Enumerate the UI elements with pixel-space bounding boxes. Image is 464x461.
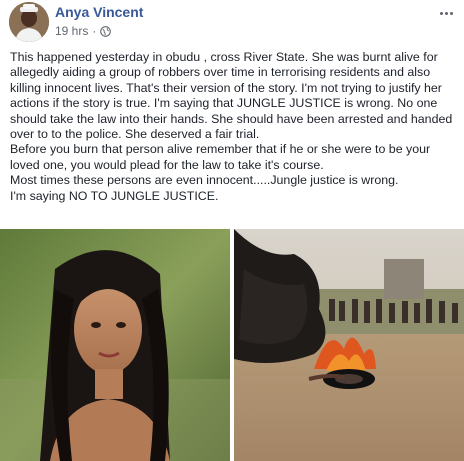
post-paragraph: Before you burn that person alive rememb…: [10, 142, 431, 172]
meta-separator: ·: [92, 24, 97, 38]
photo-crowd-fire[interactable]: [234, 229, 464, 461]
post-paragraph: This happened yesterday in obudu , cross…: [10, 50, 453, 142]
post-photos: [0, 229, 464, 461]
post-paragraph: Most times these persons are even innoce…: [10, 173, 399, 188]
post-timestamp[interactable]: 19 hrs: [55, 24, 88, 38]
post-body: This happened yesterday in obudu , cross…: [10, 50, 456, 204]
globe-icon[interactable]: [100, 25, 112, 37]
post-header: Anya Vincent 19 hrs ·: [0, 0, 464, 44]
post-paragraph: I'm saying NO TO JUNGLE JUSTICE.: [10, 188, 219, 203]
profile-avatar[interactable]: [9, 2, 49, 42]
post-meta: 19 hrs ·: [55, 24, 112, 38]
photo-portrait[interactable]: [0, 229, 230, 461]
author-name[interactable]: Anya Vincent: [55, 4, 143, 20]
more-options-icon[interactable]: [437, 6, 455, 20]
